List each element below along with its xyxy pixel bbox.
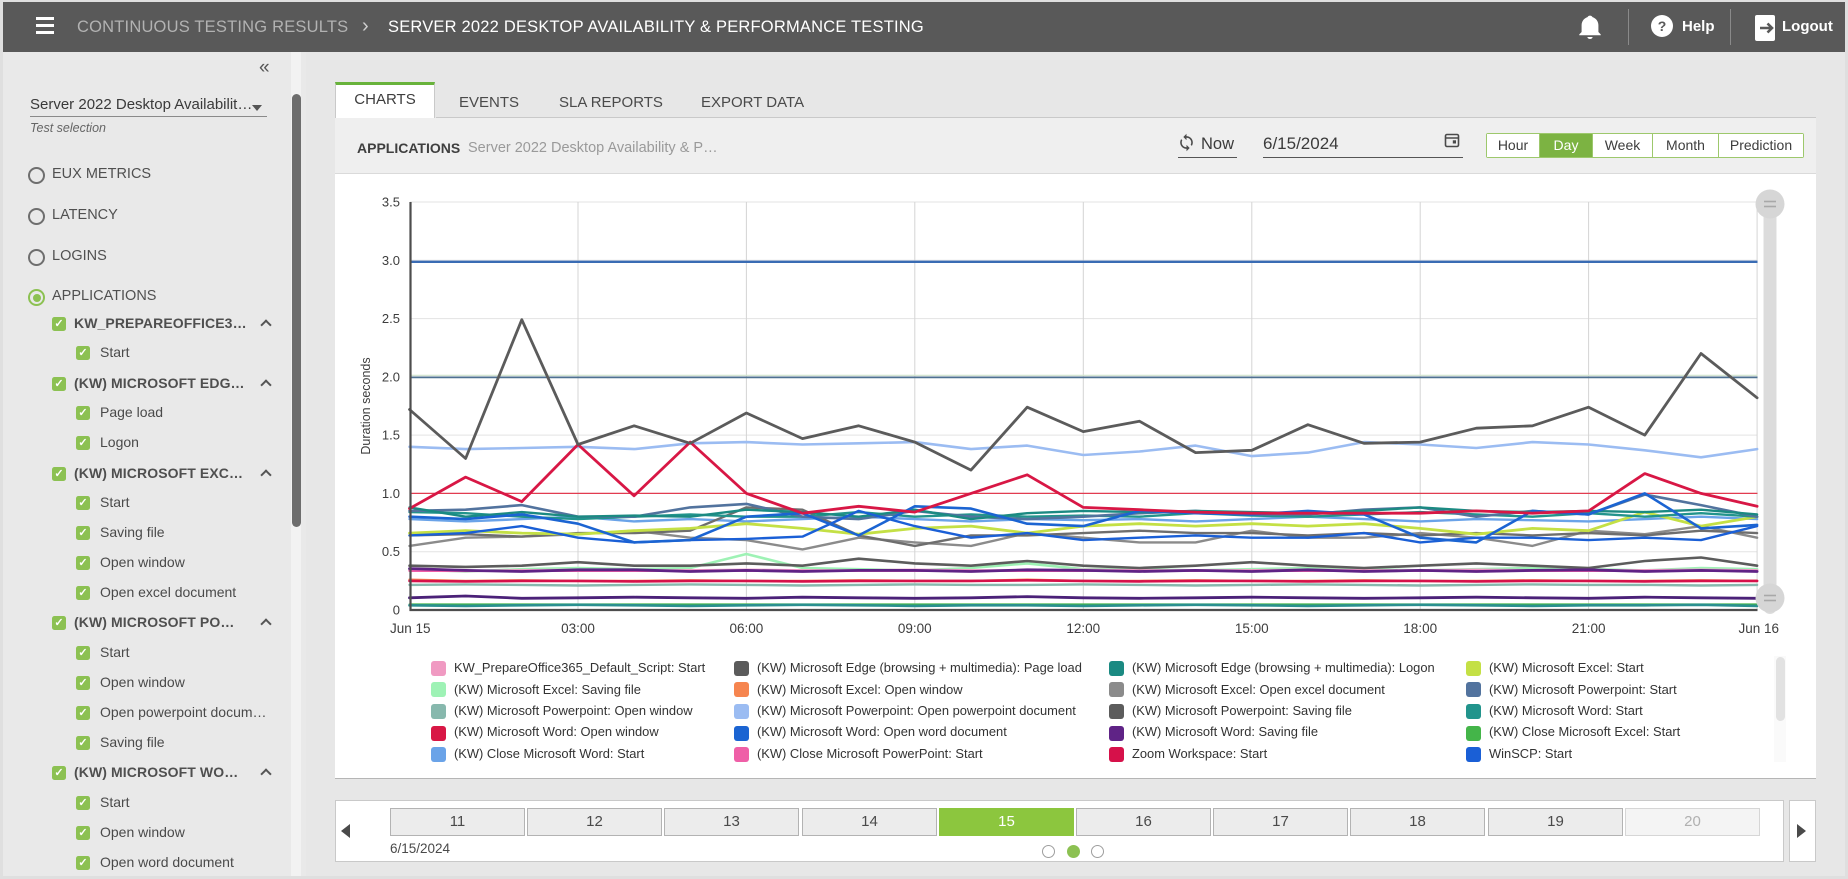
svg-text:0: 0 <box>393 603 400 618</box>
svg-text:3.0: 3.0 <box>382 253 400 268</box>
svg-text:09:00: 09:00 <box>898 621 932 636</box>
svg-text:18:00: 18:00 <box>1403 621 1437 636</box>
svg-text:3.5: 3.5 <box>382 195 400 210</box>
svg-text:1.0: 1.0 <box>382 486 400 501</box>
svg-text:Duration seconds: Duration seconds <box>359 357 373 454</box>
svg-text:2.0: 2.0 <box>382 369 400 384</box>
svg-text:06:00: 06:00 <box>730 621 764 636</box>
svg-text:15:00: 15:00 <box>1235 621 1269 636</box>
svg-text:21:00: 21:00 <box>1572 621 1606 636</box>
svg-text:12:00: 12:00 <box>1066 621 1100 636</box>
svg-text:1.5: 1.5 <box>382 428 400 443</box>
svg-text:Jun 16: Jun 16 <box>1738 621 1779 636</box>
svg-text:0.5: 0.5 <box>382 544 400 559</box>
svg-text:2.5: 2.5 <box>382 311 400 326</box>
svg-text:03:00: 03:00 <box>561 621 595 636</box>
svg-text:Jun 15: Jun 15 <box>390 621 431 636</box>
